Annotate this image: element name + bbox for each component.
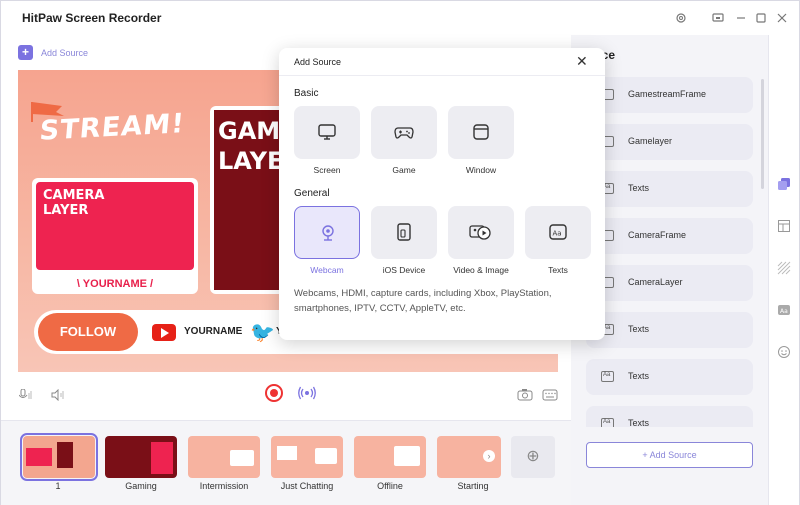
app-title: HitPaw Screen Recorder [22,11,162,25]
plus-circle-icon: ⊕ [526,448,540,465]
add-source-dialog: Add Source ✕ Basic Screen Game Window Ge… [279,48,605,340]
source-tile-label: Webcam [310,265,344,275]
layout-icon[interactable] [777,219,791,233]
source-tile-label: iOS Device [382,265,426,275]
settings-icon[interactable] [675,12,687,24]
scene-thumbnail[interactable] [105,436,177,478]
add-source-label: Add Source [41,47,89,58]
source-item-label: CameraLayer [628,277,683,287]
scene-label: Starting [457,481,489,491]
add-scene-button[interactable]: ⊕ [511,436,555,478]
scene-label: Gaming [125,481,157,491]
source-item-label: Texts [628,371,650,381]
source-description: Webcams, HDMI, capture cards, including … [294,288,552,314]
text-icon: Aa [549,224,567,240]
source-item[interactable]: Gamelayer [586,124,753,160]
source-tile-label: Game [392,165,416,175]
monitor-icon [318,124,336,140]
scene-thumbnail[interactable] [188,436,260,478]
right-sidebar: Aa [768,35,799,505]
minimize-icon[interactable] [735,12,747,24]
scene-label: Just Chatting [280,481,334,491]
pattern-icon[interactable] [777,261,791,275]
source-tile-label: Video & Image [453,265,509,275]
dialog-title: Add Source [294,57,342,67]
source-item[interactable]: CameraFrame [586,218,753,254]
scene-label: Intermission [199,481,249,491]
add-source-button[interactable]: + Add Source [586,442,753,468]
record-controls [1,380,571,410]
source-list-scrollbar[interactable] [761,79,764,189]
app-window: HitPaw Screen Recorder + Add Source STRE… [0,0,800,505]
source-item-label: GamestreamFrame [628,89,707,99]
close-icon[interactable] [776,12,788,24]
scene-label: 1 [55,481,61,491]
ios-device-icon [397,223,411,241]
source-tile-webcam[interactable] [294,206,360,259]
camera-card: CAMERA LAYER \ YOURNAME / [32,178,198,294]
source-item[interactable]: GamestreamFrame [586,77,753,113]
scene-label: Offline [377,481,403,491]
source-item-label: Texts [628,183,650,193]
source-tile-label: Texts [548,265,568,275]
svg-text:Aa: Aa [553,230,562,238]
section-basic-label: Basic [294,88,319,99]
svg-text:Aa: Aa [780,308,788,315]
camera-layer-text: CAMERA LAYER [43,188,105,218]
source-tile-screen[interactable] [294,106,360,159]
webcam-icon [322,225,334,241]
source-item-label: Gamelayer [628,136,673,146]
source-list: GamestreamFrame Gamelayer Texts CameraFr… [586,77,753,427]
source-item[interactable]: Texts [586,406,753,427]
source-tile-game[interactable] [371,106,437,159]
source-tile-ios-device[interactable] [371,206,437,259]
microphone-icon[interactable] [18,388,33,406]
scene-thumbnail[interactable] [20,433,98,481]
add-source-link[interactable]: + Add Source [18,45,88,60]
source-tile-label: Window [465,165,497,175]
window-icon [473,124,489,140]
record-button[interactable] [265,384,283,402]
camera-icon[interactable] [517,388,533,406]
source-item-label: Texts [628,418,650,427]
source-tile-label: Screen [313,165,341,175]
section-general-label: General [294,188,330,199]
source-item[interactable]: CameraLayer [586,265,753,301]
source-item-label: CameraFrame [628,230,687,240]
source-item-label: Texts [628,324,650,334]
text-icon [601,371,614,382]
youtube-icon [152,324,176,341]
twitter-icon: 🐦 [250,322,275,344]
keyboard-icon[interactable] [542,388,558,406]
maximize-icon[interactable] [755,12,767,24]
scenes-strip: 1 Gaming Intermission Just Chatting Offl… [1,420,571,505]
title-bar: HitPaw Screen Recorder [1,1,799,35]
live-stream-icon[interactable] [298,385,316,406]
yourname-text: \ YOURNAME / [76,278,154,290]
scene-thumbnail[interactable] [271,436,343,478]
source-item[interactable]: Texts [586,171,753,207]
source-item[interactable]: Texts [586,312,753,348]
emoji-icon[interactable] [777,345,791,359]
video-image-icon [469,225,491,240]
layers-icon[interactable] [777,177,791,191]
scene-thumbnail[interactable] [354,436,426,478]
source-tile-window[interactable] [448,106,514,159]
scene-thumbnail[interactable]: › [437,436,501,478]
feedback-icon[interactable] [712,12,724,24]
text-icon [601,418,614,427]
source-tile-texts[interactable]: Aa [525,206,591,259]
youtube-name: YOURNAME [184,326,243,337]
plus-icon: + [18,45,33,60]
dialog-divider [279,75,605,76]
text-icon[interactable]: Aa [777,303,791,317]
source-item[interactable]: Texts [586,359,753,395]
gamepad-icon [394,127,414,139]
dialog-close-icon[interactable]: ✕ [576,54,588,68]
stream-text: STREAM! [38,108,186,147]
source-tile-video-image[interactable] [448,206,514,259]
speaker-icon[interactable] [51,388,65,406]
follow-badge: FOLLOW [38,313,138,351]
